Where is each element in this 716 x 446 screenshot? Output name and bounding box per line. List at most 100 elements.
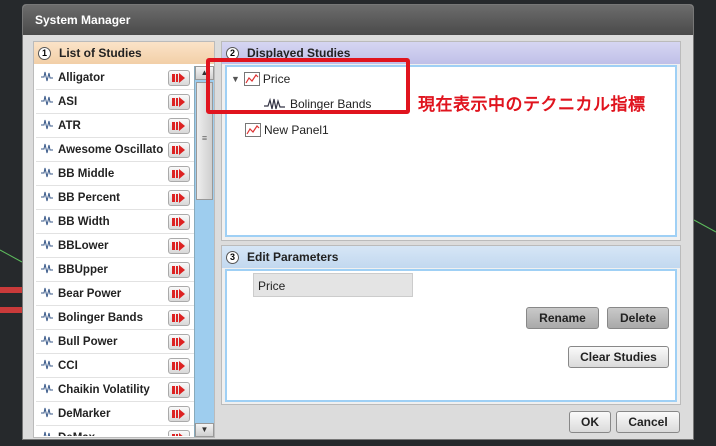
add-study-button[interactable] (168, 334, 190, 350)
add-study-button[interactable] (168, 214, 190, 230)
scroll-down-arrow[interactable]: ▼ (195, 423, 214, 437)
study-list-item[interactable]: BB Width (36, 210, 194, 234)
tree-new-panel-label: New Panel1 (264, 123, 329, 137)
delete-button[interactable]: Delete (607, 307, 669, 329)
study-list-item[interactable]: DeMarker (36, 402, 194, 426)
add-study-button[interactable] (168, 406, 190, 422)
add-arrow-icon (172, 409, 185, 419)
study-list-item[interactable]: BBLower (36, 234, 194, 258)
study-name: Chaikin Volatility (58, 383, 150, 396)
study-list-item[interactable]: Alligator (36, 66, 194, 90)
study-list-item[interactable]: BB Middle (36, 162, 194, 186)
clear-studies-button[interactable]: Clear Studies (568, 346, 669, 368)
section-number-3: 3 (226, 250, 239, 264)
study-list-item[interactable]: ATR (36, 114, 194, 138)
study-name: Bolinger Bands (58, 311, 143, 324)
tree-row-new-panel[interactable]: New Panel1 (245, 123, 329, 137)
study-wave-icon (36, 118, 58, 133)
study-name: BB Width (58, 215, 110, 228)
ok-button[interactable]: OK (569, 411, 611, 433)
study-name: BBLower (58, 239, 109, 252)
cancel-button[interactable]: Cancel (616, 411, 680, 433)
dialog-title: System Manager (23, 5, 693, 35)
study-list-scrollbar[interactable]: ▲ ≡ ▼ (194, 66, 214, 437)
edit-parameters-title: Edit Parameters (247, 250, 339, 264)
study-name: Alligator (58, 71, 105, 84)
study-wave-icon (36, 262, 58, 277)
study-name: BB Middle (58, 167, 115, 180)
add-study-button[interactable] (168, 430, 190, 436)
add-arrow-icon (172, 193, 185, 203)
study-list-item[interactable]: Bull Power (36, 330, 194, 354)
add-arrow-icon (172, 97, 185, 107)
add-study-button[interactable] (168, 262, 190, 278)
add-study-button[interactable] (168, 358, 190, 374)
add-arrow-icon (172, 337, 185, 347)
add-arrow-icon (172, 289, 185, 299)
study-wave-icon (36, 190, 58, 205)
add-arrow-icon (172, 73, 185, 83)
add-study-button[interactable] (168, 190, 190, 206)
study-name: BB Percent (58, 191, 120, 204)
add-study-button[interactable] (168, 382, 190, 398)
study-wave-icon (36, 382, 58, 397)
study-name: ATR (58, 119, 81, 132)
list-of-studies-panel: 1 List of Studies Alligator ASI ATR Awesome… (33, 41, 215, 438)
study-list-item[interactable]: CCI (36, 354, 194, 378)
list-of-studies-header: 1 List of Studies (34, 42, 214, 64)
study-list-item[interactable]: Chaikin Volatility (36, 378, 194, 402)
study-list-item[interactable]: BB Percent (36, 186, 194, 210)
add-study-button[interactable] (168, 166, 190, 182)
study-wave-icon (36, 70, 58, 85)
edit-parameters-header: 3 Edit Parameters (222, 246, 680, 268)
list-of-studies-title: List of Studies (59, 46, 142, 60)
add-arrow-icon (172, 265, 185, 275)
add-study-button[interactable] (168, 142, 190, 158)
section-number-1: 1 (38, 46, 51, 60)
study-wave-icon (36, 406, 58, 421)
add-study-button[interactable] (168, 118, 190, 134)
study-name: Awesome Oscillator (58, 143, 164, 156)
study-name: ASI (58, 95, 78, 108)
rename-button[interactable]: Rename (526, 307, 599, 329)
highlight-box (206, 58, 410, 114)
add-arrow-icon (172, 361, 185, 371)
study-name: CCI (58, 359, 78, 372)
study-name: BBUpper (58, 263, 108, 276)
study-wave-icon (36, 214, 58, 229)
study-wave-icon (36, 142, 58, 157)
study-wave-icon (36, 430, 58, 436)
add-arrow-icon (172, 169, 185, 179)
add-arrow-icon (172, 217, 185, 227)
add-study-button[interactable] (168, 286, 190, 302)
add-study-button[interactable] (168, 310, 190, 326)
study-name: Bear Power (58, 287, 122, 300)
study-wave-icon (36, 238, 58, 253)
study-wave-icon (36, 310, 58, 325)
add-arrow-icon (172, 145, 185, 155)
add-study-button[interactable] (168, 238, 190, 254)
study-wave-icon (36, 286, 58, 301)
parameter-name-field[interactable]: Price (253, 273, 413, 297)
edit-parameters-area: Price Rename Delete Clear Studies (225, 269, 677, 402)
study-list-item[interactable]: Bear Power (36, 282, 194, 306)
study-list-item[interactable]: ASI (36, 90, 194, 114)
study-name: DeMarker (58, 407, 111, 420)
panel-chart-icon (245, 123, 261, 137)
study-wave-icon (36, 358, 58, 373)
study-list-item[interactable]: BBUpper (36, 258, 194, 282)
study-list-item[interactable]: Bolinger Bands (36, 306, 194, 330)
study-wave-icon (36, 334, 58, 349)
study-wave-icon (36, 94, 58, 109)
study-list-item[interactable]: DeMax (36, 426, 194, 436)
add-study-button[interactable] (168, 94, 190, 110)
study-list-item[interactable]: Awesome Oscillator (36, 138, 194, 162)
add-arrow-icon (172, 433, 183, 436)
annotation-text: 現在表示中のテクニカル指標 (418, 95, 646, 115)
edit-parameters-panel: 3 Edit Parameters Price Rename Delete Cl… (221, 245, 681, 405)
add-study-button[interactable] (168, 70, 190, 86)
add-arrow-icon (172, 313, 185, 323)
study-name: DeMax (58, 432, 164, 437)
add-arrow-icon (172, 385, 185, 395)
study-list: Alligator ASI ATR Awesome Oscillator BB Midd… (36, 66, 194, 436)
